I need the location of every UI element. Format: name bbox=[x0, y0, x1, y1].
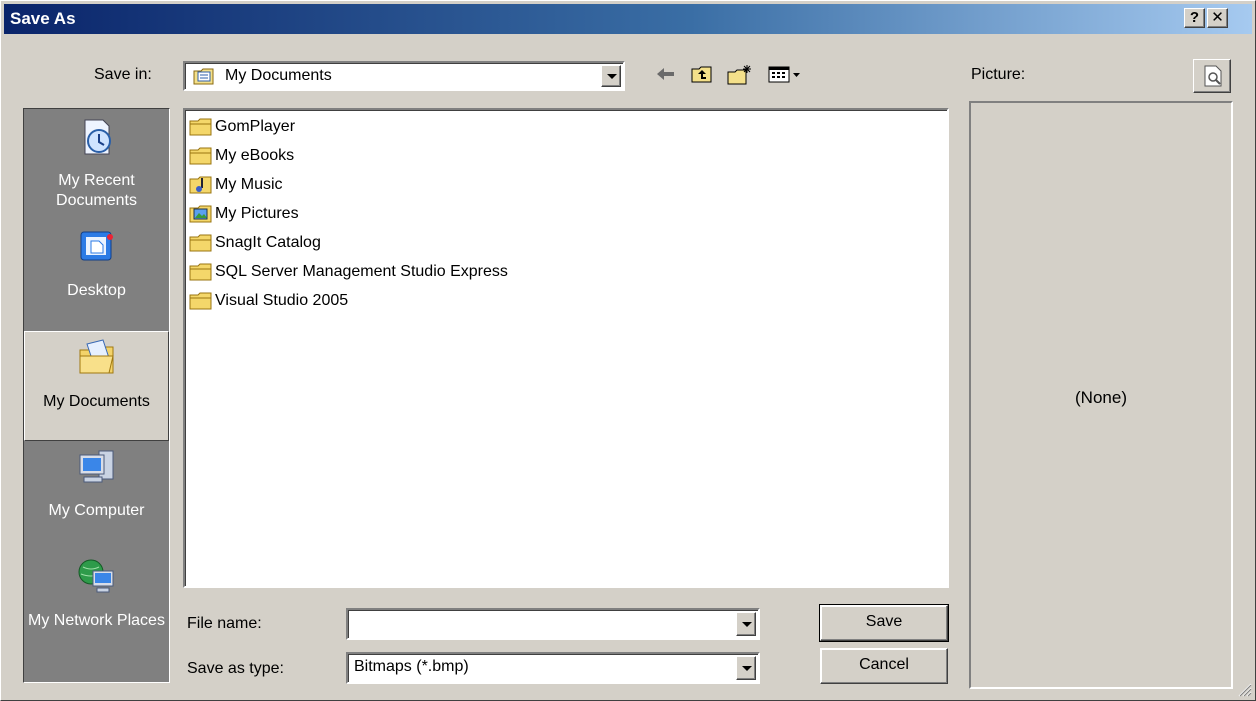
file-list[interactable]: GomPlayer My eBooks My Music My Pictures… bbox=[183, 108, 949, 588]
folder-icon bbox=[189, 234, 212, 252]
up-one-level-icon[interactable] bbox=[689, 64, 715, 88]
file-name: GomPlayer bbox=[215, 118, 296, 135]
file-name-label: File name: bbox=[187, 615, 262, 632]
file-name: My Pictures bbox=[215, 205, 299, 222]
folder-icon bbox=[189, 147, 212, 165]
save-as-type-value: Bitmaps (*.bmp) bbox=[354, 658, 469, 675]
list-item[interactable]: My Pictures bbox=[189, 201, 299, 227]
back-arrow-icon[interactable] bbox=[653, 64, 679, 88]
pictures-folder-icon bbox=[189, 205, 212, 223]
folder-icon bbox=[189, 292, 212, 310]
save-as-type-combobox[interactable]: Bitmaps (*.bmp) bbox=[346, 652, 760, 684]
save-in-label: Save in: bbox=[94, 66, 152, 83]
picture-preview-pane: (None) bbox=[969, 101, 1233, 689]
place-label: My Recent Documents bbox=[56, 172, 137, 209]
title-bar[interactable]: Save As ? ✕ bbox=[4, 4, 1252, 34]
file-name: My eBooks bbox=[215, 147, 295, 164]
list-item[interactable]: My Music bbox=[189, 172, 283, 198]
my-documents-small-icon bbox=[193, 68, 214, 85]
desktop-icon bbox=[80, 231, 113, 261]
chevron-down-icon bbox=[607, 74, 617, 79]
save-as-type-label: Save as type: bbox=[187, 660, 284, 677]
place-my-network-places[interactable]: My Network Places bbox=[24, 551, 169, 661]
file-name: Visual Studio 2005 bbox=[215, 292, 349, 309]
network-places-icon bbox=[78, 559, 113, 593]
close-button[interactable]: ✕ bbox=[1207, 8, 1228, 28]
resize-grip-icon[interactable] bbox=[1236, 681, 1252, 697]
place-label: My Computer bbox=[48, 502, 145, 519]
list-item[interactable]: SQL Server Management Studio Express bbox=[189, 259, 508, 285]
save-in-dropdown-button[interactable] bbox=[601, 65, 621, 87]
list-item[interactable]: Visual Studio 2005 bbox=[189, 288, 348, 314]
window-title: Save As bbox=[10, 9, 76, 28]
place-my-computer[interactable]: My Computer bbox=[24, 441, 169, 551]
create-new-folder-icon[interactable] bbox=[727, 64, 753, 88]
file-name: My Music bbox=[215, 176, 283, 193]
chevron-down-icon bbox=[742, 622, 752, 627]
chevron-down-icon bbox=[742, 666, 752, 671]
preview-none-text: (None) bbox=[1075, 388, 1127, 407]
save-in-combobox[interactable]: My Documents bbox=[183, 61, 625, 91]
folder-icon bbox=[189, 263, 212, 281]
place-label: My Network Places bbox=[28, 612, 165, 629]
recent-documents-icon bbox=[84, 119, 111, 155]
folder-icon bbox=[189, 118, 212, 136]
cancel-button[interactable]: Cancel bbox=[820, 648, 948, 684]
place-label: My Documents bbox=[43, 393, 150, 410]
place-desktop[interactable]: Desktop bbox=[24, 221, 169, 331]
music-folder-icon bbox=[189, 176, 212, 194]
file-name-dropdown-button[interactable] bbox=[736, 612, 756, 636]
save-in-value: My Documents bbox=[225, 67, 332, 84]
list-item[interactable]: My eBooks bbox=[189, 143, 294, 169]
help-button[interactable]: ? bbox=[1184, 8, 1205, 28]
list-item[interactable]: GomPlayer bbox=[189, 114, 295, 140]
my-documents-icon bbox=[79, 339, 114, 374]
preview-icon bbox=[1204, 65, 1222, 87]
picture-label: Picture: bbox=[971, 66, 1026, 83]
save-as-type-dropdown-button[interactable] bbox=[736, 656, 756, 680]
file-name: SnagIt Catalog bbox=[215, 234, 321, 251]
place-my-recent-documents[interactable]: My Recent Documents bbox=[24, 111, 169, 221]
save-as-dialog: Save As ? ✕ Save in: My Documents Pictur… bbox=[0, 0, 1256, 701]
my-computer-icon bbox=[79, 450, 113, 483]
place-label: Desktop bbox=[67, 282, 126, 299]
save-button[interactable]: Save bbox=[819, 604, 949, 642]
view-menu-icon[interactable] bbox=[767, 64, 805, 88]
place-my-documents[interactable]: My Documents bbox=[24, 331, 169, 441]
file-name-combobox[interactable] bbox=[346, 608, 760, 640]
places-bar: My Recent Documents Desktop My Documents bbox=[23, 108, 170, 683]
preview-toggle-button[interactable] bbox=[1193, 59, 1231, 93]
file-name: SQL Server Management Studio Express bbox=[215, 263, 508, 280]
list-item[interactable]: SnagIt Catalog bbox=[189, 230, 321, 256]
